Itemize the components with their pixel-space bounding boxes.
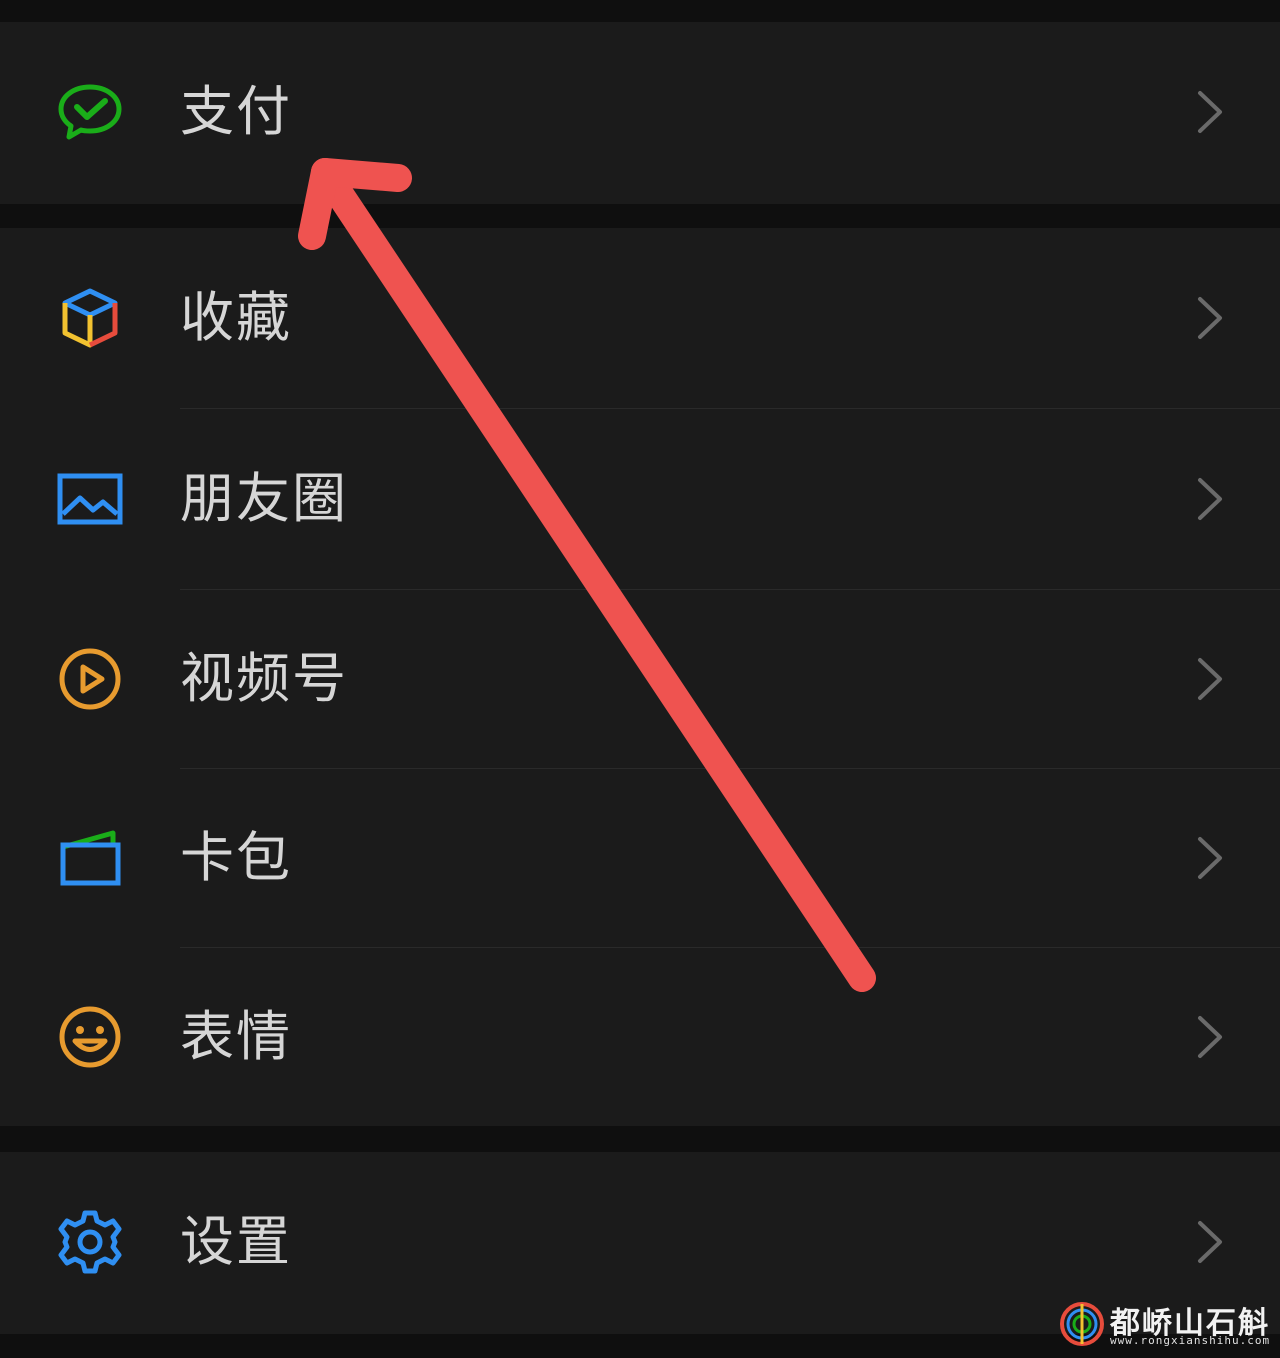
chevron-right-icon — [1198, 1221, 1222, 1263]
menu-item-card-wallet[interactable]: 卡包 — [0, 768, 1280, 948]
wechat-pay-icon — [55, 77, 125, 147]
menu-group-pay: 支付 — [0, 22, 1280, 204]
chevron-right-icon — [1198, 837, 1222, 879]
watermark: 都峤山石斛 www.rongxianshihu.com — [1058, 1296, 1273, 1352]
menu-item-favorites[interactable]: 收藏 — [0, 228, 1280, 408]
card-wallet-icon — [55, 823, 125, 893]
menu-item-label: 表情 — [180, 1005, 292, 1068]
menu-item-label: 收藏 — [180, 286, 292, 349]
chevron-right-icon — [1198, 297, 1222, 339]
moments-image-icon — [55, 464, 125, 534]
menu-item-label: 朋友圈 — [180, 467, 348, 530]
menu-item-pay[interactable]: 支付 — [0, 22, 1280, 202]
chevron-right-icon — [1198, 91, 1222, 133]
menu-item-moments[interactable]: 朋友圈 — [0, 409, 1280, 589]
chevron-right-icon — [1198, 1016, 1222, 1058]
menu-item-label: 卡包 — [180, 826, 292, 889]
chevron-right-icon — [1198, 478, 1222, 520]
menu-item-stickers[interactable]: 表情 — [0, 947, 1280, 1127]
settings-gear-icon — [55, 1207, 125, 1277]
menu-item-label: 视频号 — [180, 647, 348, 710]
menu-item-channels[interactable]: 视频号 — [0, 589, 1280, 769]
menu-item-label: 支付 — [180, 80, 292, 143]
menu-group-main: 收藏 朋友圈 视频号 卡包 表情 — [0, 228, 1280, 1126]
chevron-right-icon — [1198, 658, 1222, 700]
watermark-logo-icon — [1060, 1302, 1104, 1346]
channels-play-icon — [55, 644, 125, 714]
favorites-cube-icon — [55, 283, 125, 353]
menu-item-label: 设置 — [180, 1210, 292, 1273]
watermark-url: www.rongxianshihu.com — [1110, 1334, 1271, 1347]
sticker-smile-icon — [55, 1002, 125, 1072]
